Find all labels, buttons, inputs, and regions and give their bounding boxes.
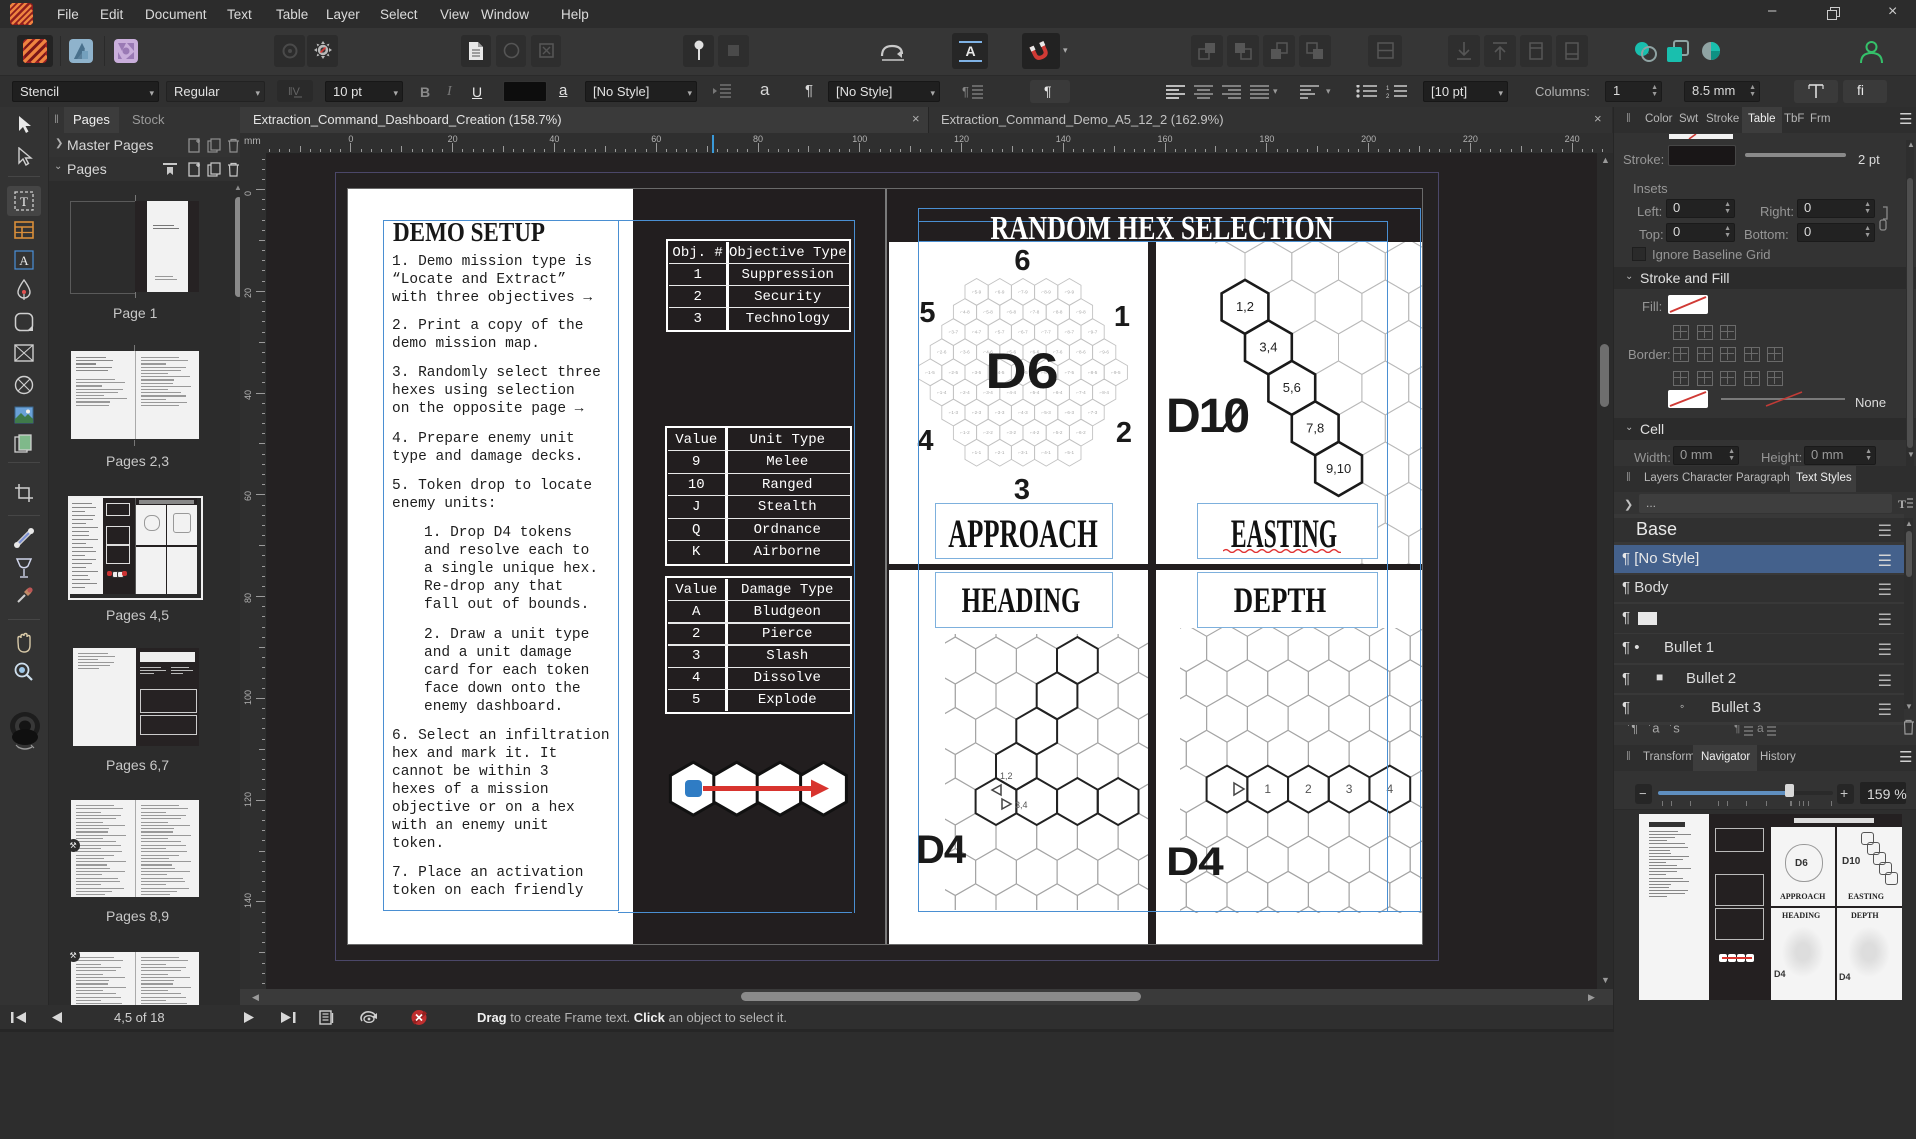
svg-text:⌐7-4: ⌐7-4 bbox=[1076, 390, 1086, 395]
svg-text:⌐9-8: ⌐9-8 bbox=[1076, 309, 1086, 314]
svg-text:A: A bbox=[19, 253, 29, 268]
svg-text:¶: ¶ bbox=[962, 84, 969, 99]
svg-text:⌐4-2: ⌐4-2 bbox=[1030, 430, 1040, 435]
svg-text:1: 1 bbox=[1264, 782, 1271, 796]
svg-text:⌐2-5: ⌐2-5 bbox=[949, 369, 959, 374]
svg-text:5: 5 bbox=[919, 297, 935, 329]
svg-text:⌐7-3: ⌐7-3 bbox=[1088, 410, 1098, 415]
svg-text:⌐1-4: ⌐1-4 bbox=[937, 390, 947, 395]
svg-text:⌐8-7: ⌐8-7 bbox=[1065, 329, 1075, 334]
svg-text:⌐3-6: ⌐3-6 bbox=[960, 349, 970, 354]
svg-text:⌐9-7: ⌐9-7 bbox=[1088, 329, 1098, 334]
svg-text:2: 2 bbox=[1386, 94, 1390, 99]
svg-text:⌐5-9: ⌐5-9 bbox=[972, 289, 982, 294]
svg-text:⌐1-3: ⌐1-3 bbox=[949, 410, 959, 415]
svg-text:⌐3-3: ⌐3-3 bbox=[995, 410, 1005, 415]
svg-text:D6: D6 bbox=[985, 343, 1059, 399]
svg-text:⌐4-7: ⌐4-7 bbox=[972, 329, 982, 334]
svg-text:⌐7-7: ⌐7-7 bbox=[1042, 329, 1052, 334]
svg-text:5,6: 5,6 bbox=[1283, 380, 1301, 395]
svg-text:⌐4-8: ⌐4-8 bbox=[960, 309, 970, 314]
svg-text:⌐9-5: ⌐9-5 bbox=[1111, 369, 1121, 374]
svg-text:3: 3 bbox=[1346, 782, 1353, 796]
svg-text:7,8: 7,8 bbox=[1306, 420, 1324, 435]
svg-text:T: T bbox=[1898, 497, 1906, 511]
svg-text:⌐5-7: ⌐5-7 bbox=[995, 329, 1005, 334]
svg-text:1,2: 1,2 bbox=[1000, 771, 1013, 781]
svg-text:9,10: 9,10 bbox=[1326, 461, 1351, 476]
svg-text:2: 2 bbox=[1116, 417, 1132, 449]
svg-text:2: 2 bbox=[1305, 782, 1312, 796]
svg-text:1,2: 1,2 bbox=[1236, 299, 1254, 314]
svg-text:⌐2-3: ⌐2-3 bbox=[972, 410, 982, 415]
svg-text:⌐6-8: ⌐6-8 bbox=[1007, 309, 1017, 314]
svg-text:⌐8-5: ⌐8-5 bbox=[1088, 369, 1098, 374]
svg-text:⌐6-7: ⌐6-7 bbox=[1018, 329, 1028, 334]
svg-text:⌐5-3: ⌐5-3 bbox=[1042, 410, 1052, 415]
svg-text:6: 6 bbox=[1014, 245, 1030, 277]
svg-text:⌐6-2: ⌐6-2 bbox=[1076, 430, 1086, 435]
svg-text:4: 4 bbox=[917, 425, 933, 457]
svg-text:⌐7-5: ⌐7-5 bbox=[1065, 369, 1075, 374]
svg-text:⌐2-1: ⌐2-1 bbox=[995, 450, 1005, 455]
svg-text:⌐4-3: ⌐4-3 bbox=[1018, 410, 1028, 415]
svg-text:⌐5-8: ⌐5-8 bbox=[984, 309, 994, 314]
svg-text:⌐3-1: ⌐3-1 bbox=[1018, 450, 1028, 455]
svg-text:1: 1 bbox=[1114, 301, 1130, 333]
svg-text:⌐9-9: ⌐9-9 bbox=[1065, 289, 1075, 294]
svg-text:⌐7-8: ⌐7-8 bbox=[1030, 309, 1040, 314]
svg-text:⌐8-8: ⌐8-8 bbox=[1053, 309, 1063, 314]
svg-text:⌐6-9: ⌐6-9 bbox=[995, 289, 1005, 294]
svg-text:3,4: 3,4 bbox=[1259, 339, 1277, 354]
svg-text:⌐3-7: ⌐3-7 bbox=[949, 329, 959, 334]
svg-text:ǁV: ǁV bbox=[288, 86, 301, 98]
svg-text:⌐4-1: ⌐4-1 bbox=[1042, 450, 1052, 455]
svg-text:1: 1 bbox=[1386, 86, 1390, 92]
svg-text:⌐8-9: ⌐8-9 bbox=[1042, 289, 1052, 294]
svg-text:⌐2-2: ⌐2-2 bbox=[984, 430, 994, 435]
svg-text:⌐2-6: ⌐2-6 bbox=[937, 349, 947, 354]
svg-text:⌐1-1: ⌐1-1 bbox=[972, 450, 982, 455]
svg-text:4: 4 bbox=[1386, 782, 1393, 796]
svg-text:3,4: 3,4 bbox=[1015, 800, 1028, 810]
svg-text:T: T bbox=[20, 194, 28, 209]
svg-text:A: A bbox=[965, 43, 975, 59]
svg-text:⌐1-5: ⌐1-5 bbox=[925, 369, 935, 374]
svg-text:⌐8-4: ⌐8-4 bbox=[1100, 390, 1110, 395]
svg-text:⌐7-9: ⌐7-9 bbox=[1018, 289, 1028, 294]
svg-text:⌐3-2: ⌐3-2 bbox=[1007, 430, 1017, 435]
svg-text:⌐3-5: ⌐3-5 bbox=[972, 369, 982, 374]
svg-text:⌐5-1: ⌐5-1 bbox=[1065, 450, 1075, 455]
svg-text:⌐6-3: ⌐6-3 bbox=[1065, 410, 1075, 415]
svg-text:⌐1-2: ⌐1-2 bbox=[960, 430, 970, 435]
svg-text:⌐5-2: ⌐5-2 bbox=[1053, 430, 1063, 435]
svg-text:3: 3 bbox=[1014, 474, 1030, 506]
svg-text:⌐2-4: ⌐2-4 bbox=[960, 390, 970, 395]
svg-text:⌐8-6: ⌐8-6 bbox=[1076, 349, 1086, 354]
svg-text:⌐9-6: ⌐9-6 bbox=[1100, 349, 1110, 354]
